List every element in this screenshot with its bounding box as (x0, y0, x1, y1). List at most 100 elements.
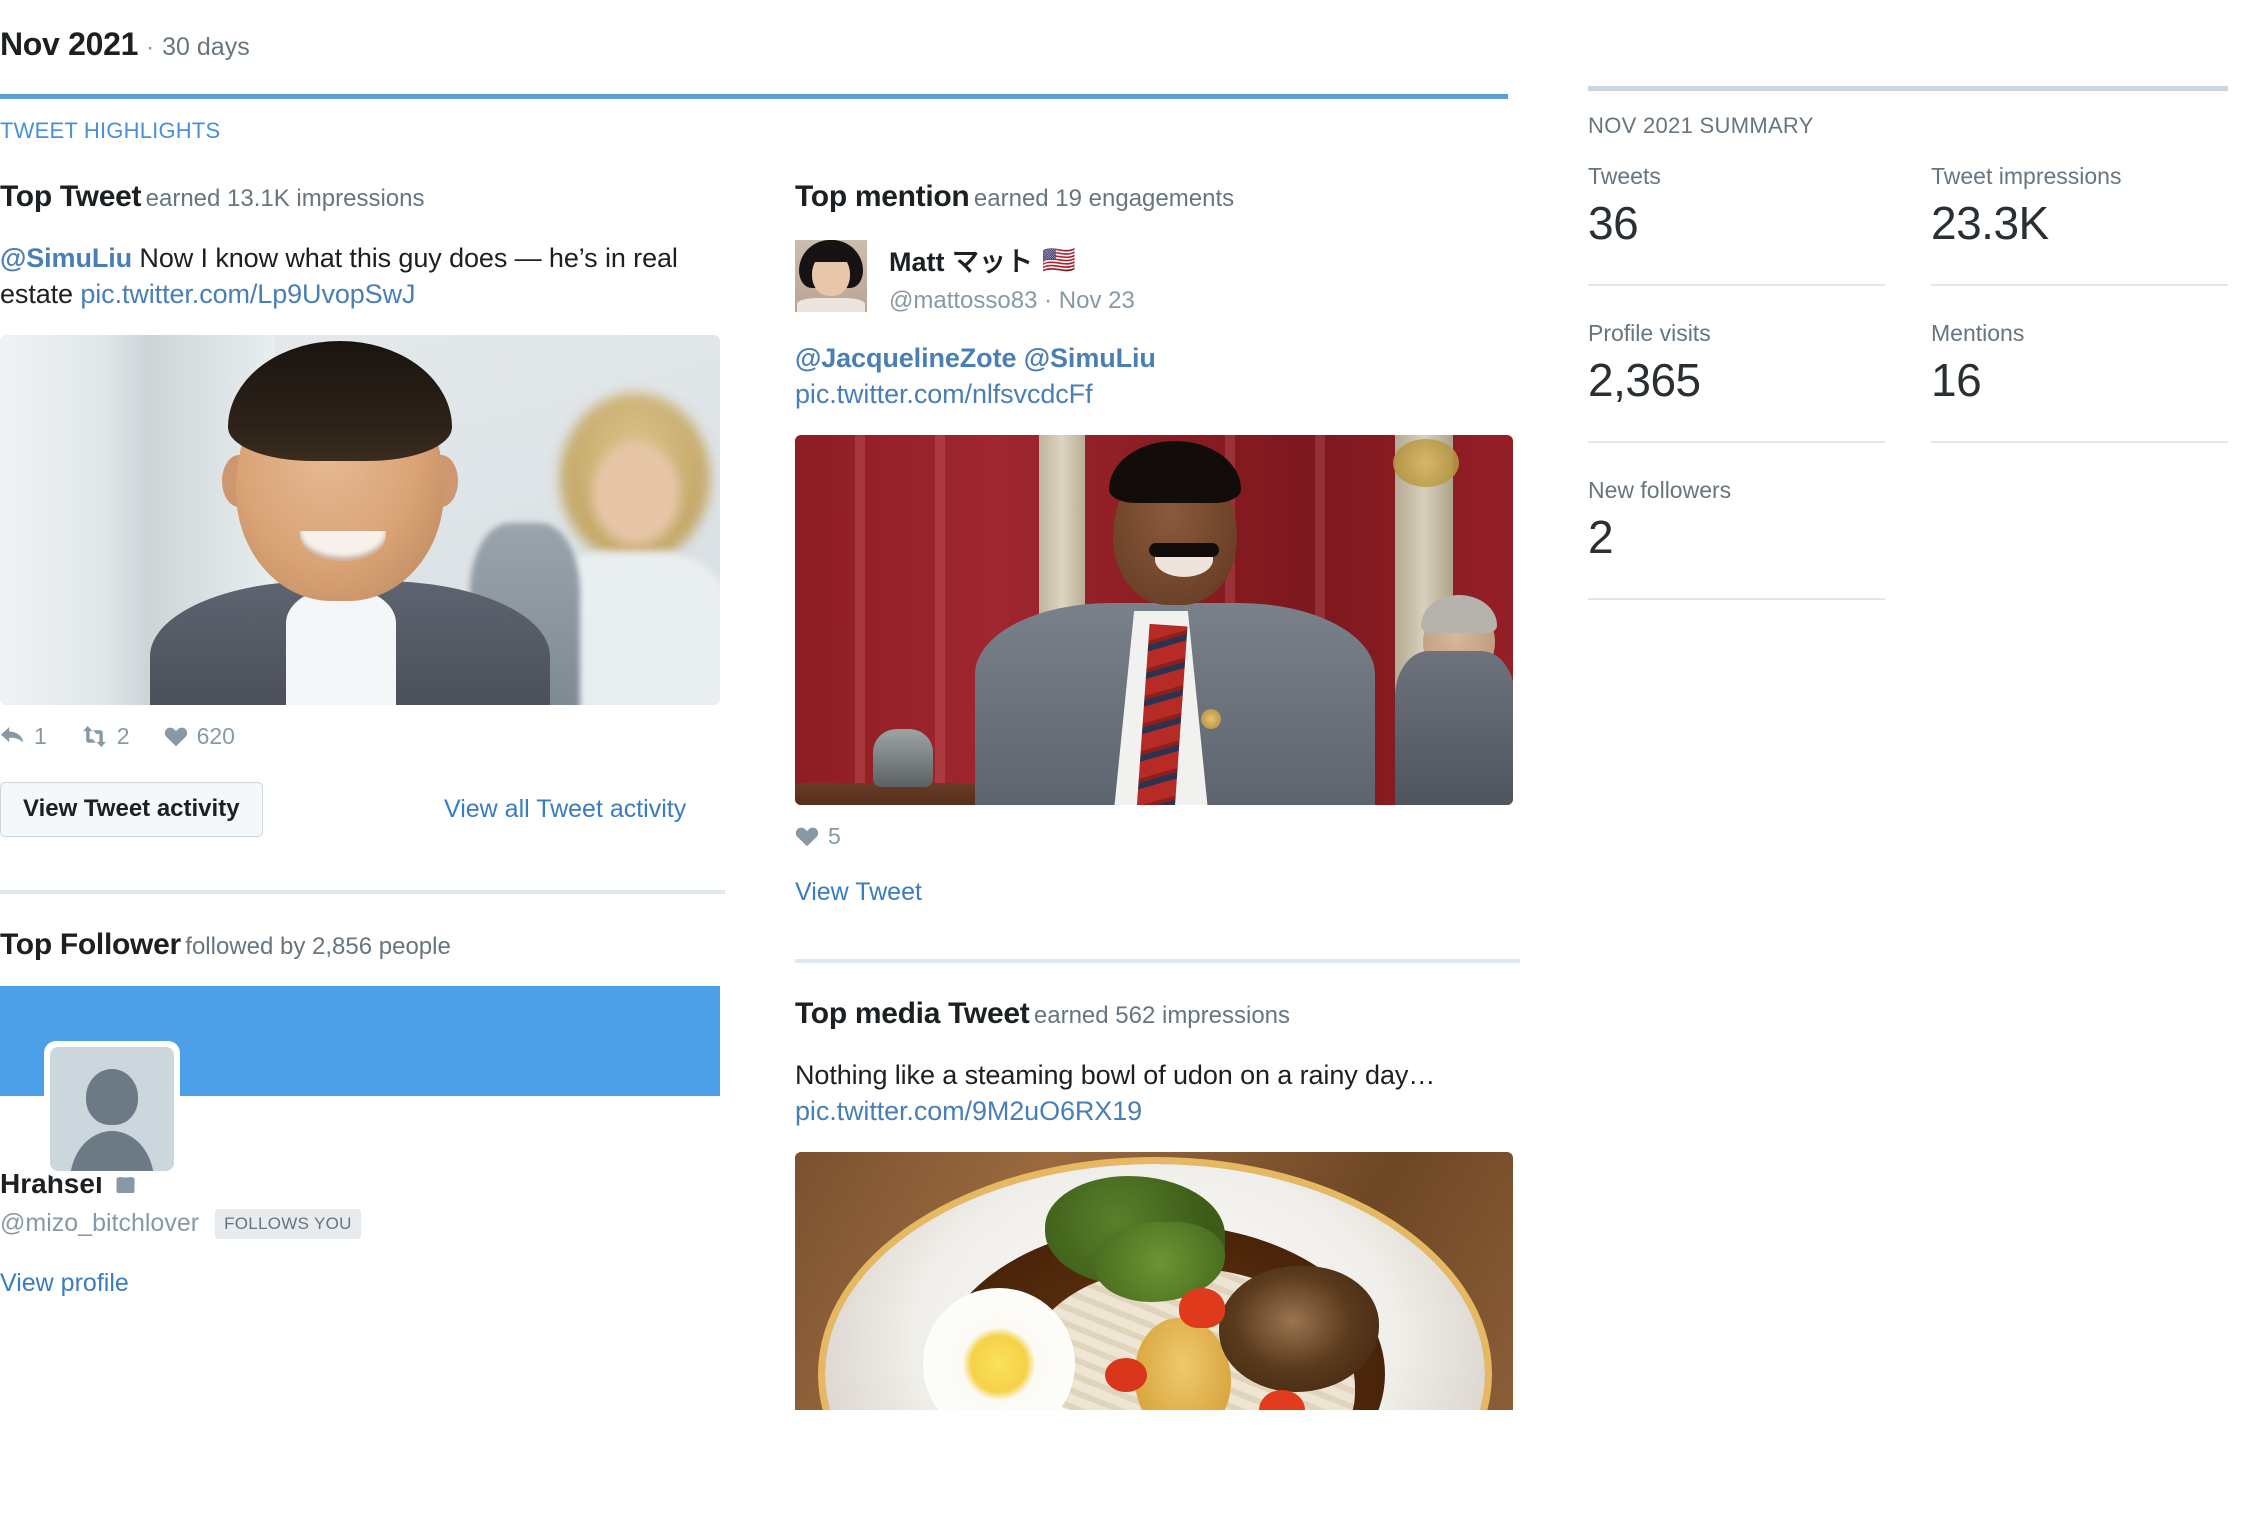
top-tweet-image[interactable] (0, 334, 720, 705)
header-range: 30 days (162, 33, 250, 61)
page-title: Nov 2021 (0, 26, 139, 62)
retweet-icon (81, 725, 108, 747)
retweet-count: 2 (116, 722, 130, 749)
top-mention-heading: Top mention earned 19 engagements (795, 180, 1520, 214)
middle-column: Top mention earned 19 engagements Matt マ… (795, 180, 1520, 1410)
image-chili-2 (1105, 1357, 1147, 1392)
stat-profile-visits: Profile visits 2,365 (1588, 320, 1885, 443)
view-all-tweet-activity-link[interactable]: View all Tweet activity (444, 795, 686, 824)
image-carafe (873, 728, 933, 787)
image-background-man-body (1395, 650, 1513, 805)
avatar-placeholder-icon (50, 1046, 174, 1171)
image-subject-shirt (286, 586, 396, 705)
stat-label: Profile visits (1588, 320, 1711, 346)
curtain-highlight-1 (855, 434, 865, 805)
avatar-head-shape (86, 1068, 138, 1125)
top-follower-banner (0, 985, 720, 1177)
stat-mentions: Mentions 16 (1931, 320, 2228, 443)
top-tweet-heading: Top Tweet earned 13.1K impressions (0, 180, 725, 214)
image-subject-lapel-pin (1201, 708, 1221, 729)
mention-avatar-bangs (809, 248, 853, 262)
reply-stat[interactable]: 1 (0, 723, 47, 750)
top-tweet-engagements: 1 2 620 (0, 723, 725, 750)
top-follower-subtitle: followed by 2,856 people (185, 932, 451, 960)
mention-image[interactable] (795, 434, 1513, 805)
top-media-tweet-text: Nothing like a steaming bowl of udon on … (795, 1059, 1436, 1090)
reply-count: 1 (34, 722, 47, 749)
image-background-panel (0, 334, 145, 705)
image-gold-ornament (1393, 438, 1459, 487)
us-flag-icon: 🇺🇸 (1042, 244, 1076, 275)
top-media-tweet-title: Top media Tweet (795, 996, 1030, 1030)
mention-display-name: Matt マット (889, 247, 1033, 277)
analytics-page: Nov 2021 · 30 days TWEET HIGHLIGHTS Top Tw… (0, 0, 2244, 1538)
middle-column-divider (795, 958, 1520, 963)
stat-label: Tweets (1588, 163, 1661, 189)
view-profile-link[interactable]: View profile (0, 1269, 129, 1298)
mention-like-stat[interactable]: 5 (795, 823, 841, 850)
mention-engagements: 5 (795, 823, 1520, 850)
image-chili-1 (1179, 1287, 1225, 1328)
curtain-highlight-2 (935, 434, 945, 805)
image-background-person-face (592, 440, 680, 545)
mention-name-row: Matt マット 🇺🇸 (889, 240, 1135, 279)
mention-date: Nov 23 (1058, 287, 1135, 314)
mention-like-count: 5 (828, 822, 841, 849)
heart-icon (164, 725, 188, 747)
image-subject-hair (1109, 440, 1241, 503)
summary-stats-grid: Tweets 36 Tweet impressions 23.3K Profil… (1588, 163, 2228, 634)
left-column-divider (0, 889, 725, 894)
heart-icon (795, 825, 819, 847)
mention-media-link[interactable]: pic.twitter.com/nlfsvcdcFf (795, 379, 1093, 409)
follower-handle: @mizo_bitchlover (0, 1209, 200, 1238)
top-mention-subtitle: earned 19 engagements (973, 185, 1235, 212)
top-tweet-media-link[interactable]: pic.twitter.com/Lp9UvopSwJ (80, 279, 415, 309)
stat-value: 23.3K (1931, 197, 2049, 249)
view-tweet-link[interactable]: View Tweet (795, 878, 922, 907)
mention-mentions-link[interactable]: @JacquelineZote @SimuLiu (795, 343, 1156, 373)
top-tweet-actions: View Tweet activity View all Tweet activ… (0, 781, 725, 840)
mention-author[interactable]: Matt マット 🇺🇸 @mattosso83 · Nov 23 (795, 240, 1520, 315)
mention-author-text: Matt マット 🇺🇸 @mattosso83 · Nov 23 (889, 240, 1135, 315)
stat-label: New followers (1588, 477, 1732, 503)
stat-value: 2,365 (1588, 354, 1701, 406)
mention-date-separator: · (1044, 287, 1053, 314)
top-tweet-mention-link[interactable]: @SimuLiu (0, 243, 132, 273)
top-follower-details: Hrahsel @mizo_bitchlover FOLLOWS YOU Vie… (0, 1167, 725, 1298)
top-mention-title: Top mention (795, 180, 970, 213)
stat-empty-slot (1931, 477, 2228, 600)
summary-divider (1588, 86, 2228, 91)
stat-tweets: Tweets 36 (1588, 163, 1885, 286)
page-header: Nov 2021 · 30 days (0, 26, 250, 63)
summary-panel: NOV 2021 SUMMARY Tweets 36 Tweet impress… (1588, 86, 2228, 634)
avatar-body-shape (70, 1130, 154, 1171)
top-follower-title: Top Follower (0, 927, 181, 961)
reply-icon (0, 726, 25, 747)
stat-new-followers: New followers 2 (1588, 477, 1885, 600)
top-tweet-title: Top Tweet (0, 180, 142, 213)
image-subject-moustache (1149, 542, 1219, 557)
top-media-tweet-heading: Top media Tweet earned 562 impressions (795, 997, 1520, 1031)
summary-title: NOV 2021 SUMMARY (1588, 113, 1814, 138)
mention-handle: @mattosso83 (889, 287, 1038, 314)
top-follower-heading: Top Follower followed by 2,856 people (0, 928, 725, 962)
avatar[interactable] (44, 1040, 180, 1177)
top-tweet-body: @SimuLiu Now I know what this guy does —… (0, 241, 725, 313)
retweet-stat[interactable]: 2 (81, 723, 130, 750)
view-tweet-activity-button[interactable]: View Tweet activity (0, 781, 263, 837)
top-media-tweet-image[interactable] (795, 1151, 1513, 1410)
mention-avatar-body (797, 298, 865, 312)
mention-avatar[interactable] (795, 240, 867, 312)
stat-value: 36 (1588, 197, 1639, 249)
top-media-tweet-link[interactable]: pic.twitter.com/9M2uO6RX19 (795, 1096, 1142, 1126)
like-stat[interactable]: 620 (164, 723, 235, 750)
stat-tweet-impressions: Tweet impressions 23.3K (1931, 163, 2228, 286)
tweet-highlights-label: TWEET HIGHLIGHTS (0, 118, 221, 143)
stat-value: 2 (1588, 511, 1614, 563)
stat-label: Tweet impressions (1931, 163, 2122, 189)
accent-divider (0, 94, 1508, 99)
top-tweet-subtitle: earned 13.1K impressions (145, 185, 425, 212)
top-media-tweet-body: Nothing like a steaming bowl of udon on … (795, 1058, 1520, 1130)
left-column: Top Tweet earned 13.1K impressions @Simu… (0, 180, 725, 1298)
stat-label: Mentions (1931, 320, 2025, 346)
